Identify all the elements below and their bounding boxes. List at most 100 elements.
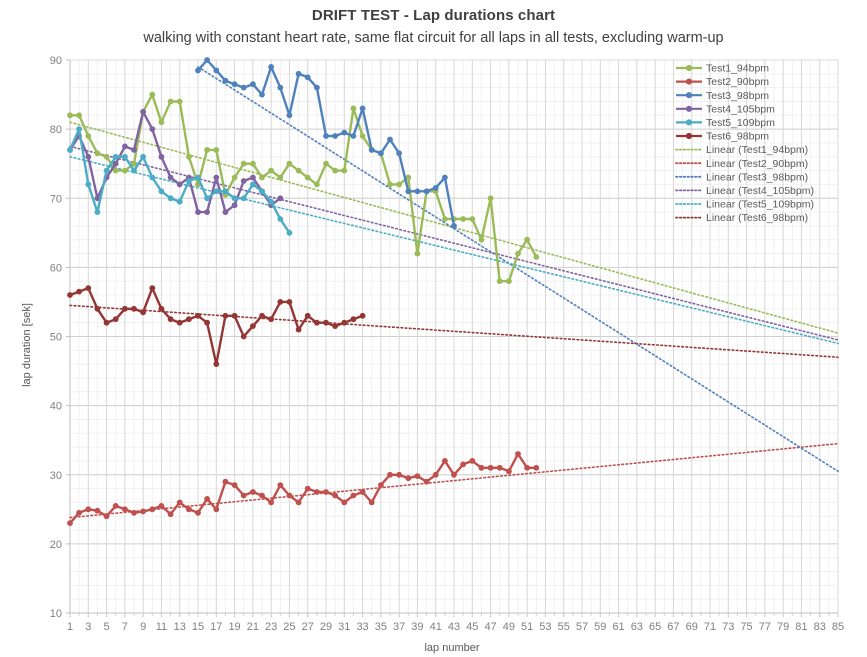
legend-label: Linear (Test4_105bpm): [706, 185, 814, 197]
y-tick-label: 30: [50, 470, 62, 482]
data-point: [131, 147, 137, 153]
data-point: [414, 250, 421, 257]
x-tick-label: 71: [704, 621, 716, 633]
data-point: [359, 489, 366, 495]
x-tick-label: 75: [740, 621, 752, 633]
data-point: [387, 136, 393, 143]
x-tick-label: 21: [247, 621, 259, 633]
data-point: [240, 178, 247, 184]
data-point: [496, 278, 503, 285]
data-point: [176, 319, 183, 326]
x-tick-label: 13: [174, 621, 186, 633]
x-tick-label: 19: [228, 621, 240, 633]
legend-label: Test2_90bpm: [706, 76, 769, 88]
legend-label: Linear (Test2_90bpm): [706, 158, 808, 170]
data-point: [204, 147, 211, 153]
data-point: [149, 174, 156, 181]
x-tick-label: 23: [265, 621, 277, 633]
x-tick-label: 5: [104, 621, 110, 633]
data-point: [222, 209, 229, 216]
data-point: [195, 174, 201, 181]
data-point: [341, 167, 348, 174]
data-point: [277, 216, 284, 222]
data-point: [250, 181, 256, 188]
x-tick-label: 77: [759, 621, 771, 633]
x-tick-label: 37: [393, 621, 405, 633]
data-point: [231, 174, 238, 181]
data-point: [259, 91, 265, 98]
data-point: [195, 67, 201, 74]
data-point: [414, 473, 421, 479]
legend-label: Test6_98bpm: [706, 131, 769, 143]
data-point: [524, 464, 530, 471]
data-point: [442, 458, 448, 464]
x-tick-label: 49: [503, 621, 515, 633]
data-point: [186, 178, 192, 184]
legend-label: Linear (Test3_98bpm): [706, 171, 808, 183]
data-point: [140, 309, 147, 316]
data-point: [131, 305, 137, 312]
y-tick-label: 60: [50, 262, 62, 274]
data-point: [368, 499, 375, 506]
data-point: [76, 288, 82, 295]
data-point: [231, 312, 238, 319]
data-point: [149, 91, 156, 98]
data-point: [506, 278, 512, 285]
data-point: [304, 174, 311, 181]
data-point: [277, 299, 284, 305]
data-point: [332, 167, 338, 174]
data-point: [94, 305, 101, 312]
x-tick-label: 79: [777, 621, 789, 633]
data-point: [122, 167, 128, 174]
data-point: [295, 167, 302, 174]
data-point: [222, 77, 229, 84]
x-tick-label: 61: [612, 621, 624, 633]
data-point: [240, 84, 247, 91]
data-point: [387, 181, 393, 188]
x-tick-label: 29: [320, 621, 332, 633]
data-point: [94, 507, 101, 514]
data-point: [176, 198, 183, 205]
data-point: [378, 150, 384, 157]
data-point: [259, 492, 265, 499]
legend-label: Linear (Test5_109bpm): [706, 199, 814, 211]
data-point: [195, 312, 201, 319]
data-point: [387, 471, 393, 478]
data-point: [158, 188, 165, 195]
y-tick-label: 10: [50, 608, 62, 620]
x-tick-label: 7: [122, 621, 128, 633]
data-point: [231, 81, 238, 88]
data-point: [122, 143, 128, 150]
legend-marker: [685, 132, 693, 140]
data-point: [378, 482, 384, 488]
data-point: [222, 312, 229, 319]
data-point: [442, 174, 448, 181]
data-point: [240, 195, 247, 202]
data-point: [140, 108, 147, 115]
data-point: [350, 133, 357, 139]
x-tick-label: 9: [140, 621, 146, 633]
data-point: [158, 503, 165, 509]
data-point: [487, 464, 494, 471]
data-point: [158, 305, 165, 312]
data-point: [76, 126, 82, 132]
y-tick-label: 50: [50, 332, 62, 344]
data-point: [167, 316, 174, 323]
data-point: [67, 112, 73, 119]
data-point: [167, 174, 174, 181]
data-point: [323, 160, 329, 167]
data-point: [94, 209, 101, 216]
data-point: [277, 174, 284, 181]
y-tick-label: 20: [50, 539, 62, 551]
data-point: [259, 188, 265, 195]
legend-label: Test3_98bpm: [706, 90, 769, 102]
data-point: [67, 520, 73, 526]
data-point: [286, 492, 293, 499]
x-tick-label: 55: [558, 621, 570, 633]
data-point: [396, 471, 402, 478]
data-point: [231, 195, 238, 202]
data-point: [332, 133, 338, 139]
data-point: [314, 489, 320, 495]
x-tick-label: 73: [722, 621, 734, 633]
data-point: [295, 326, 302, 333]
